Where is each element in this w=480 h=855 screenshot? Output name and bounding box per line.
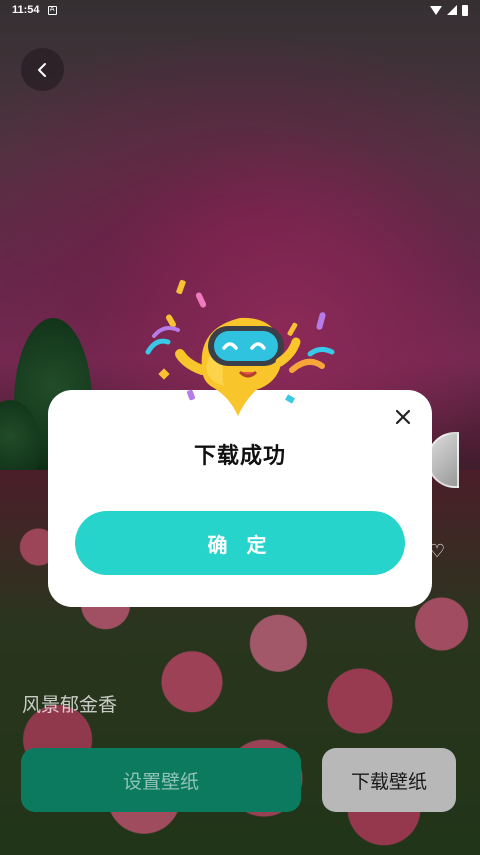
download-success-dialog: 下载成功 确 定 [48,390,432,607]
battery-icon [462,4,468,16]
mascot-illustration [145,279,335,416]
dialog-title: 下载成功 [193,444,286,469]
signal-icon [447,5,457,15]
wallpaper-title: 风景郁金香 [22,694,118,716]
close-icon [395,409,411,425]
notification-a-icon: A [47,5,57,15]
back-button[interactable] [21,48,64,91]
confirm-button[interactable]: 确 定 [75,511,405,575]
wifi-icon [430,5,442,15]
set-wallpaper-button[interactable]: 设置壁纸 [21,748,301,812]
close-button[interactable] [390,404,416,430]
status-bar: 11:54 A [0,0,480,20]
download-wallpaper-button[interactable]: 下载壁纸 [322,748,456,812]
status-time: 11:54 [12,4,40,16]
chevron-left-icon [37,62,46,77]
